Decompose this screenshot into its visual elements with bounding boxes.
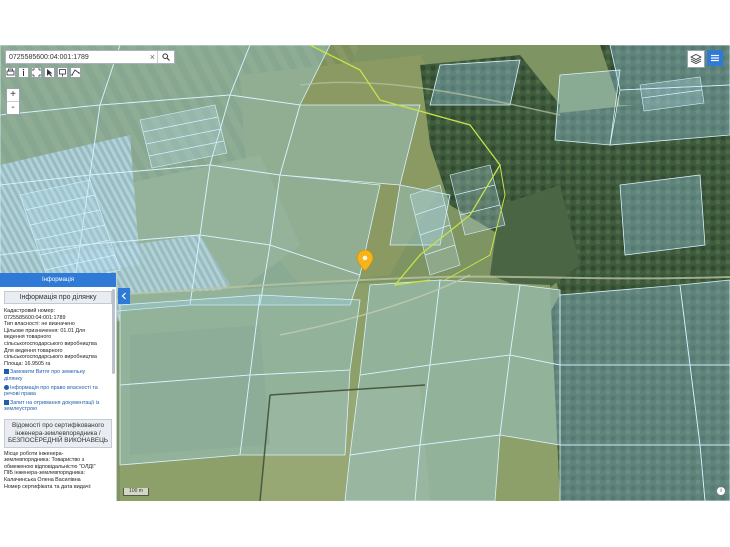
printer-icon	[6, 68, 15, 76]
info-panel: Інформація Інформація про ділянку Кадаст…	[0, 273, 117, 501]
ownership-info-link[interactable]: Інформація про право власності та речові …	[4, 385, 112, 398]
layers-icon	[690, 54, 702, 64]
documentation-request-link[interactable]: Запит на отримання документації із землеу…	[4, 400, 112, 413]
info-tool-button[interactable]	[18, 67, 29, 78]
search-button[interactable]	[157, 51, 174, 63]
panel-scrollbar[interactable]	[112, 289, 115, 374]
print-button[interactable]	[5, 67, 16, 78]
purpose-line: Цільове призначення: 01.01 Для	[4, 327, 86, 334]
search-input[interactable]	[6, 53, 148, 61]
menu-button[interactable]	[707, 50, 723, 66]
extent-button[interactable]	[31, 67, 42, 78]
purpose-line: сільськогосподарського виробництва	[4, 340, 97, 347]
flag-tool-button[interactable]	[57, 67, 68, 78]
cursor-icon	[47, 69, 53, 77]
ownership-type: Тип власності: не визначено	[4, 321, 75, 328]
layers-button[interactable]	[687, 50, 705, 68]
measure-tool-button[interactable]	[70, 67, 81, 78]
hamburger-icon	[711, 54, 719, 62]
fullscreen-icon	[32, 68, 41, 77]
engineer-info-title: Відомості про сертифікованого інженера-з…	[4, 418, 112, 448]
cadastral-label: Кадастровий номер:	[4, 308, 56, 314]
search-icon	[162, 53, 171, 61]
cadastral-search[interactable]: ×	[5, 50, 175, 64]
purpose-line: сільськогосподарського виробництва	[4, 354, 97, 361]
order-extract-link[interactable]: Замовити Витяг про земельну ділянку	[4, 369, 112, 382]
area-value: Площа: 16.9505 га	[4, 360, 51, 367]
chevron-left-icon	[121, 292, 126, 300]
purpose-line: ведення товарного	[4, 334, 52, 341]
purpose-line: Для ведення товарного	[4, 347, 63, 354]
zoom-in-button[interactable]: +	[7, 89, 19, 101]
zoom-control: + -	[6, 88, 20, 115]
map-toolbar	[5, 67, 81, 79]
document-icon	[4, 369, 9, 375]
engineer-line: обмеженою відповідальністю "ОЛДІ"	[4, 463, 96, 470]
scale-bar: 100 m	[123, 488, 149, 496]
info-icon	[4, 384, 9, 390]
document-icon	[4, 399, 9, 405]
engineer-line: землевпорядника: Товариство з	[4, 457, 85, 464]
attribution-button[interactable]: i	[717, 487, 725, 495]
clear-icon[interactable]: ×	[147, 52, 157, 62]
cadastral-number: 0725585600:04:001:1789	[4, 314, 66, 321]
info-icon	[22, 68, 25, 76]
zoom-out-button[interactable]: -	[7, 101, 19, 114]
select-tool-button[interactable]	[44, 67, 55, 78]
measure-icon	[71, 69, 80, 76]
panel-header: Інформація	[0, 273, 116, 287]
engineer-line: Калачинська Олена Василівна	[4, 477, 81, 484]
engineer-line: ПІБ інженера-землевпорядника:	[4, 470, 85, 477]
engineer-line: Номер сертифіката та дата видачі:	[4, 483, 92, 490]
engineer-line: Місце роботи інженера-	[4, 450, 64, 457]
parcel-info-title: Інформація про ділянку	[4, 291, 112, 304]
flag-icon	[59, 69, 66, 77]
collapse-panel-button[interactable]	[118, 288, 130, 304]
